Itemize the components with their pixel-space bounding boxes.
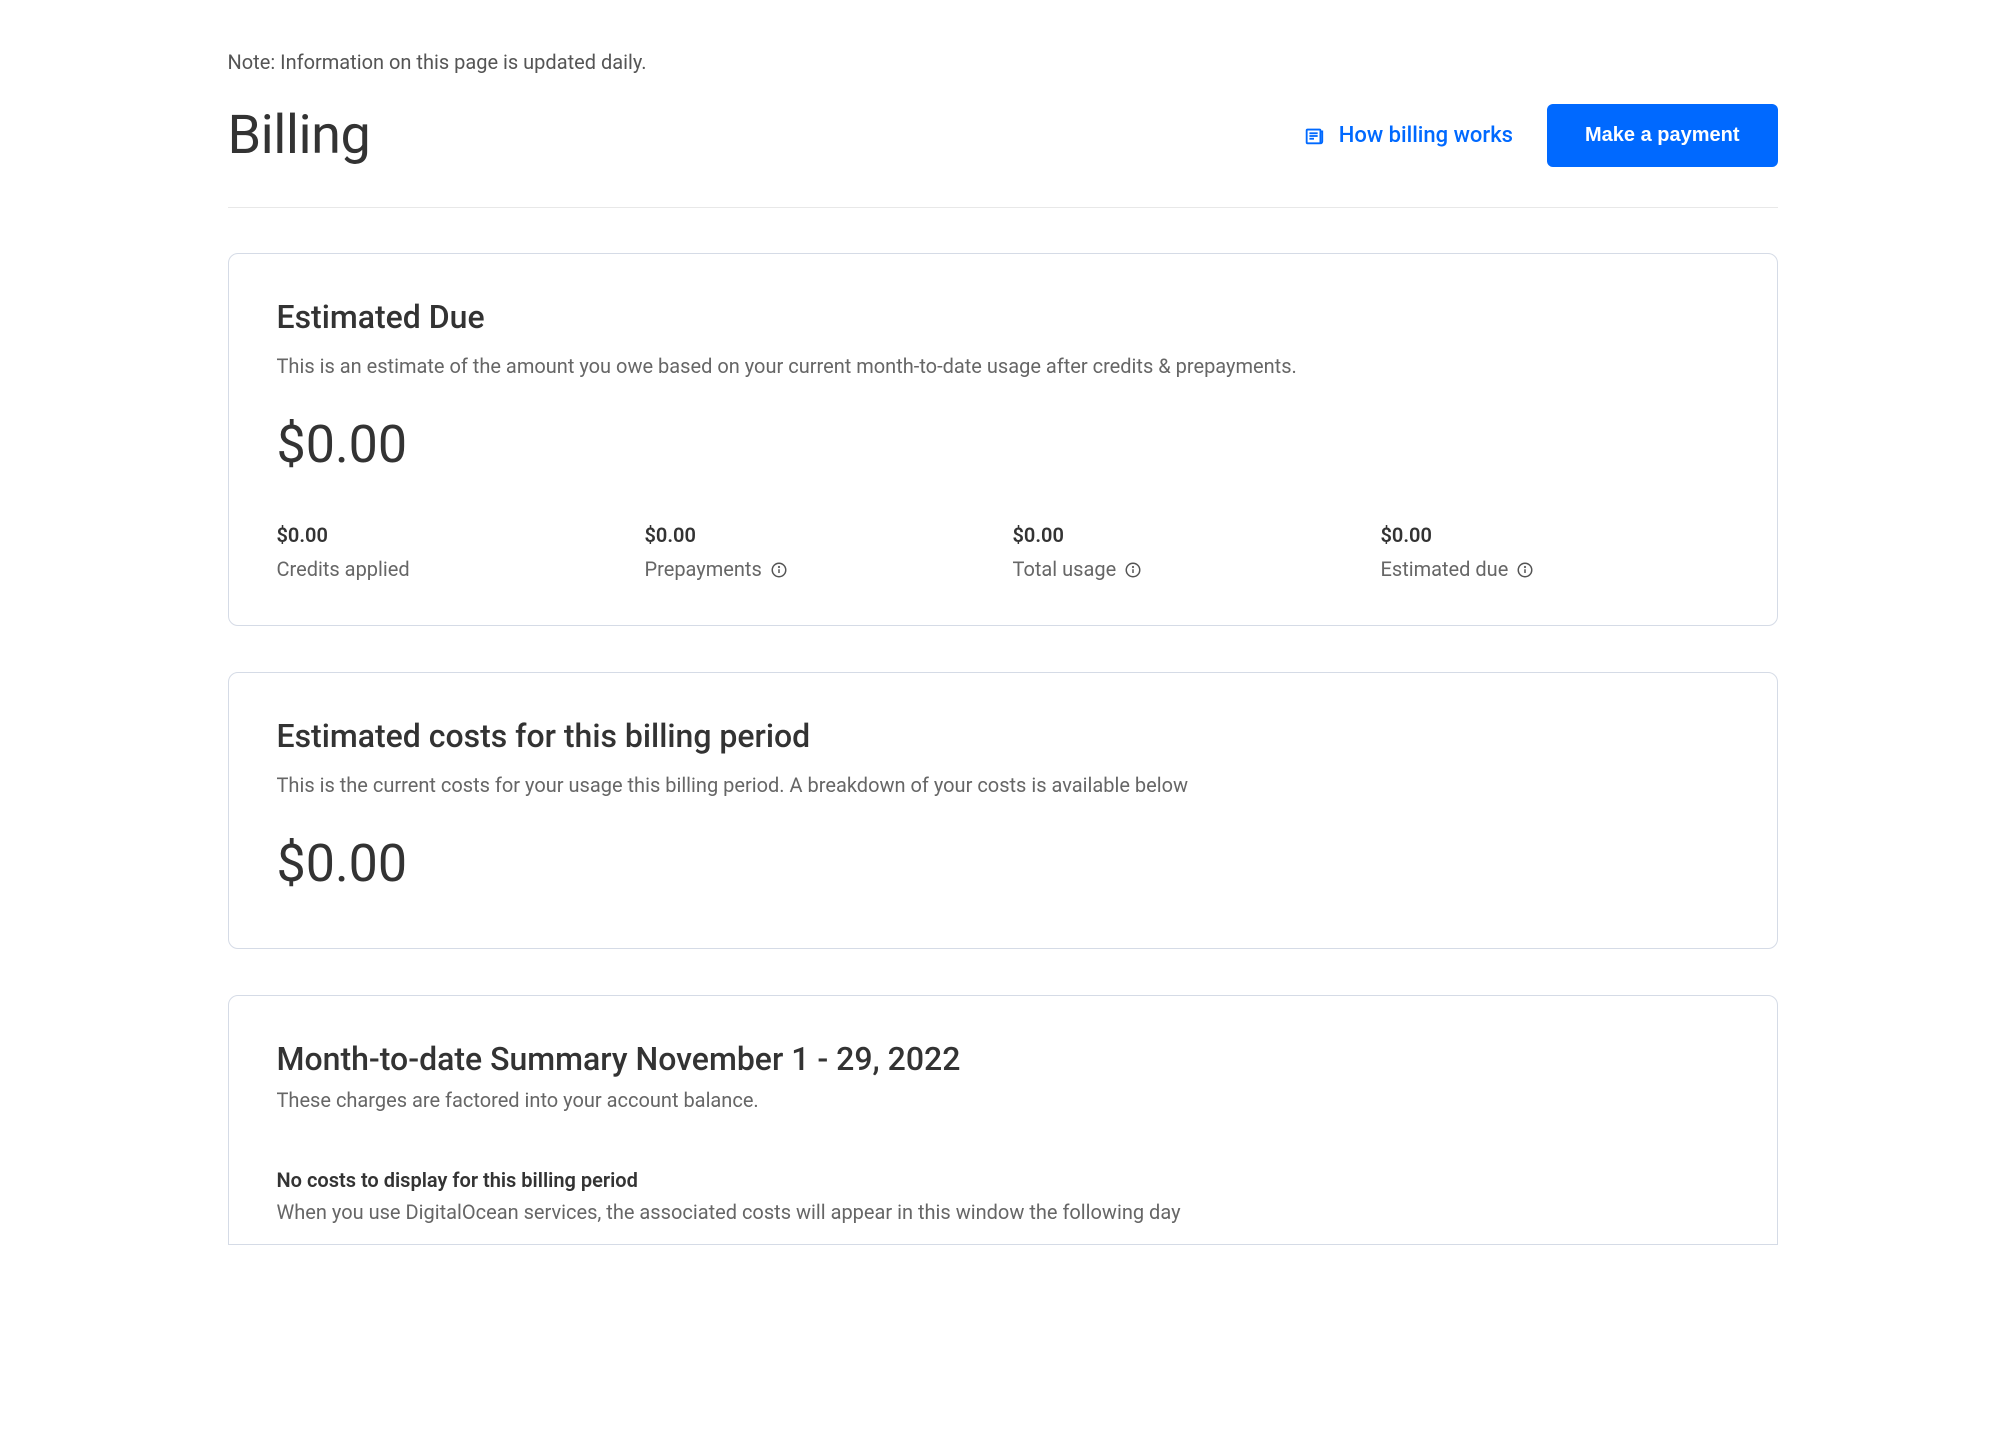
no-costs-title: No costs to display for this billing per… <box>277 1168 1729 1192</box>
estimated-costs-subtitle: This is the current costs for your usage… <box>277 773 1729 797</box>
stat-estimated-due: $0.00 Estimated due <box>1381 523 1729 581</box>
stat-label: Estimated due <box>1381 557 1729 581</box>
stat-label-text: Prepayments <box>645 557 762 581</box>
estimated-due-title: Estimated Due <box>277 298 1729 336</box>
stat-label: Credits applied <box>277 557 625 581</box>
stat-value: $0.00 <box>1381 523 1729 547</box>
header-actions: How billing works Make a payment <box>1303 104 1778 167</box>
newspaper-icon <box>1303 125 1325 147</box>
summary-card: Month-to-date Summary November 1 - 29, 2… <box>228 995 1778 1245</box>
stat-label-text: Total usage <box>1013 557 1117 581</box>
estimated-due-amount: $0.00 <box>277 414 1729 475</box>
estimated-due-card: Estimated Due This is an estimate of the… <box>228 253 1778 626</box>
stat-label: Total usage <box>1013 557 1361 581</box>
note-text: Note: Information on this page is update… <box>228 50 1778 74</box>
summary-title: Month-to-date Summary November 1 - 29, 2… <box>277 1040 1729 1078</box>
stat-value: $0.00 <box>1013 523 1361 547</box>
page-title: Billing <box>228 104 371 167</box>
stat-value: $0.00 <box>645 523 993 547</box>
info-icon[interactable] <box>770 560 788 578</box>
estimated-costs-card: Estimated costs for this billing period … <box>228 672 1778 949</box>
make-payment-button[interactable]: Make a payment <box>1547 104 1778 167</box>
how-billing-works-link[interactable]: How billing works <box>1303 123 1513 148</box>
summary-subtitle: These charges are factored into your acc… <box>277 1088 1729 1112</box>
stat-total-usage: $0.00 Total usage <box>1013 523 1361 581</box>
stat-label-text: Credits applied <box>277 557 410 581</box>
header-row: Billing How billing works Make a payment <box>228 104 1778 208</box>
stat-credits-applied: $0.00 Credits applied <box>277 523 625 581</box>
estimated-costs-amount: $0.00 <box>277 833 1729 894</box>
stats-row: $0.00 Credits applied $0.00 Prepayments … <box>277 523 1729 581</box>
estimated-costs-title: Estimated costs for this billing period <box>277 717 1729 755</box>
info-icon[interactable] <box>1124 560 1142 578</box>
stat-label-text: Estimated due <box>1381 557 1509 581</box>
stat-value: $0.00 <box>277 523 625 547</box>
info-icon[interactable] <box>1516 560 1534 578</box>
no-costs-desc: When you use DigitalOcean services, the … <box>277 1200 1729 1224</box>
how-billing-works-label: How billing works <box>1339 123 1513 148</box>
stat-prepayments: $0.00 Prepayments <box>645 523 993 581</box>
stat-label: Prepayments <box>645 557 993 581</box>
estimated-due-subtitle: This is an estimate of the amount you ow… <box>277 354 1729 378</box>
